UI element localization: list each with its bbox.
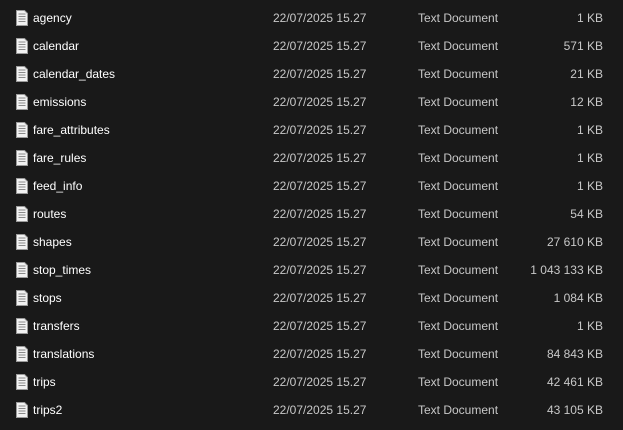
- file-name: feed_info: [33, 179, 83, 193]
- file-type: Text Document: [418, 123, 499, 137]
- text-document-icon: [15, 94, 29, 110]
- file-size: 1 KB: [576, 179, 603, 193]
- file-type: Text Document: [418, 151, 499, 165]
- file-row[interactable]: routes 22/07/2025 15.27 Text Document 54 KB: [0, 200, 623, 228]
- text-document-icon: [15, 122, 29, 138]
- file-name: fare_rules: [33, 151, 87, 165]
- file-date-modified: 22/07/2025 15.27: [273, 179, 367, 193]
- text-document-icon: [15, 346, 29, 362]
- file-date-modified: 22/07/2025 15.27: [273, 291, 367, 305]
- file-name: transfers: [33, 319, 80, 333]
- file-row[interactable]: trips 22/07/2025 15.27 Text Document 42 461…: [0, 368, 623, 396]
- file-name: shapes: [33, 235, 72, 249]
- file-name: emissions: [33, 95, 87, 109]
- file-type: Text Document: [418, 67, 499, 81]
- file-row[interactable]: feed_info 22/07/2025 15.27 Text Document 1 …: [0, 172, 623, 200]
- file-type: Text Document: [418, 235, 499, 249]
- file-date-modified: 22/07/2025 15.27: [273, 95, 367, 109]
- file-name: fare_attributes: [33, 123, 110, 137]
- file-row[interactable]: agency 22/07/2025 15.27 Text Document 1 KB: [0, 4, 623, 32]
- file-type: Text Document: [418, 291, 499, 305]
- file-size: 1 043 133 KB: [530, 263, 603, 277]
- file-date-modified: 22/07/2025 15.27: [273, 39, 367, 53]
- file-name: routes: [33, 207, 67, 221]
- file-size: 27 610 KB: [546, 235, 603, 249]
- file-name: calendar: [33, 39, 80, 53]
- text-document-icon: [15, 178, 29, 194]
- file-row[interactable]: shapes 22/07/2025 15.27 Text Document 27 61…: [0, 228, 623, 256]
- file-size: 84 843 KB: [546, 347, 603, 361]
- file-row[interactable]: trips2 22/07/2025 15.27 Text Document 43 10…: [0, 396, 623, 424]
- text-document-icon: [15, 66, 29, 82]
- file-date-modified: 22/07/2025 15.27: [273, 347, 367, 361]
- file-date-modified: 22/07/2025 15.27: [273, 319, 367, 333]
- file-size: 54 KB: [570, 207, 603, 221]
- file-size: 21 KB: [570, 67, 603, 81]
- file-name: trips2: [33, 403, 63, 417]
- text-document-icon: [15, 374, 29, 390]
- file-date-modified: 22/07/2025 15.27: [273, 403, 367, 417]
- file-type: Text Document: [418, 403, 499, 417]
- text-document-icon: [15, 38, 29, 54]
- text-document-icon: [15, 10, 29, 26]
- file-type: Text Document: [418, 179, 499, 193]
- file-size: 1 084 KB: [553, 291, 603, 305]
- file-date-modified: 22/07/2025 15.27: [273, 123, 367, 137]
- file-type: Text Document: [418, 11, 499, 25]
- file-size: 43 105 KB: [546, 403, 603, 417]
- file-row[interactable]: stop_times 22/07/2025 15.27 Text Document 1…: [0, 256, 623, 284]
- file-size: 12 KB: [570, 95, 603, 109]
- text-document-icon: [15, 262, 29, 278]
- file-row[interactable]: calendar 22/07/2025 15.27 Text Document 571…: [0, 32, 623, 60]
- file-row[interactable]: emissions 22/07/2025 15.27 Text Document 12…: [0, 88, 623, 116]
- file-type: Text Document: [418, 263, 499, 277]
- file-date-modified: 22/07/2025 15.27: [273, 375, 367, 389]
- file-type: Text Document: [418, 375, 499, 389]
- text-document-icon: [15, 318, 29, 334]
- file-date-modified: 22/07/2025 15.27: [273, 263, 367, 277]
- file-row[interactable]: stops 22/07/2025 15.27 Text Document 1 084 …: [0, 284, 623, 312]
- file-size: 1 KB: [576, 123, 603, 137]
- file-name: agency: [33, 11, 72, 25]
- file-type: Text Document: [418, 95, 499, 109]
- text-document-icon: [15, 290, 29, 306]
- file-name: translations: [33, 347, 95, 361]
- file-row[interactable]: transfers 22/07/2025 15.27 Text Document 1 …: [0, 312, 623, 340]
- file-date-modified: 22/07/2025 15.27: [273, 11, 367, 25]
- file-name: stops: [33, 291, 62, 305]
- file-row[interactable]: fare_attributes 22/07/2025 15.27 Text Docu…: [0, 116, 623, 144]
- file-type: Text Document: [418, 319, 499, 333]
- file-size: 571 KB: [563, 39, 603, 53]
- file-date-modified: 22/07/2025 15.27: [273, 207, 367, 221]
- file-type: Text Document: [418, 39, 499, 53]
- file-size: 1 KB: [576, 319, 603, 333]
- text-document-icon: [15, 206, 29, 222]
- file-date-modified: 22/07/2025 15.27: [273, 151, 367, 165]
- file-size: 1 KB: [576, 11, 603, 25]
- file-type: Text Document: [418, 347, 499, 361]
- file-name: stop_times: [33, 263, 92, 277]
- file-size: 42 461 KB: [546, 375, 603, 389]
- file-date-modified: 22/07/2025 15.27: [273, 67, 367, 81]
- file-row[interactable]: fare_rules 22/07/2025 15.27 Text Document 1…: [0, 144, 623, 172]
- file-row[interactable]: calendar_dates 22/07/2025 15.27 Text Docum…: [0, 60, 623, 88]
- file-list: agency 22/07/2025 15.27 Text Document 1 KB c…: [0, 4, 623, 424]
- file-name: trips: [33, 375, 56, 389]
- text-document-icon: [15, 402, 29, 418]
- file-type: Text Document: [418, 207, 499, 221]
- text-document-icon: [15, 150, 29, 166]
- file-date-modified: 22/07/2025 15.27: [273, 235, 367, 249]
- file-name: calendar_dates: [33, 67, 116, 81]
- text-document-icon: [15, 234, 29, 250]
- file-size: 1 KB: [576, 151, 603, 165]
- file-row[interactable]: translations 22/07/2025 15.27 Text Documen…: [0, 340, 623, 368]
